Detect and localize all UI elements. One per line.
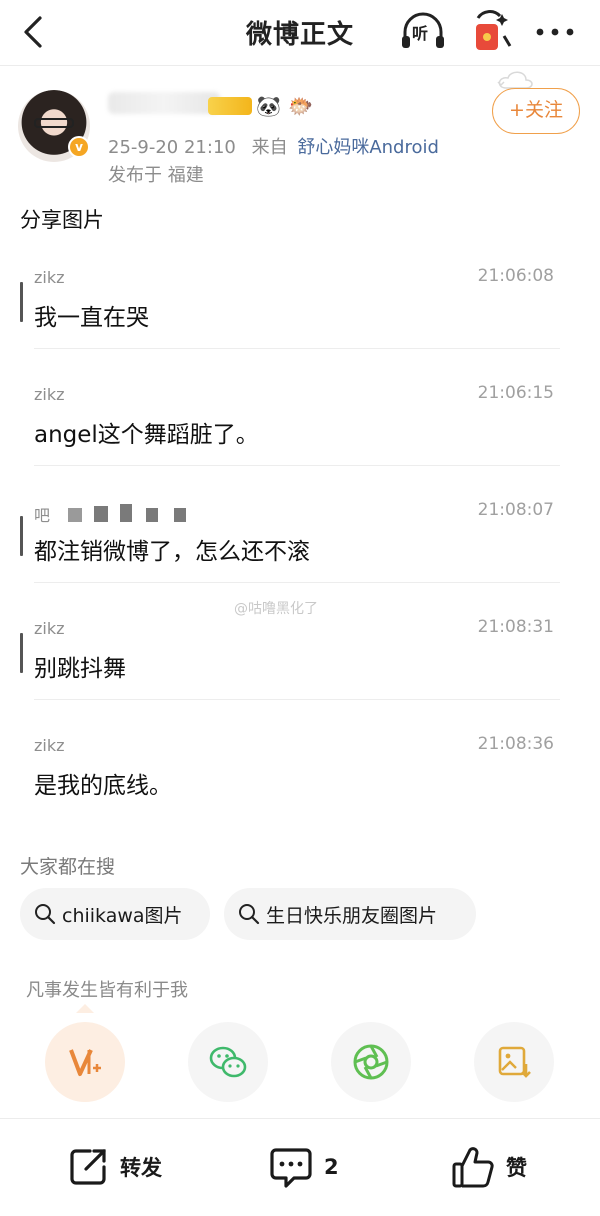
search-icon <box>35 904 56 925</box>
chat-text: 别跳抖舞 <box>34 656 126 682</box>
thumbs-up-icon <box>452 1147 494 1188</box>
vplus-icon <box>69 1049 101 1076</box>
save-image-icon <box>498 1046 531 1078</box>
chat-time: 21:06:08 <box>477 266 554 286</box>
post-source[interactable]: 舒心妈咪Android <box>297 137 439 158</box>
like-label: 赞 <box>506 1156 527 1180</box>
redaction-block <box>174 508 186 522</box>
comment-button[interactable]: 2 <box>268 1143 339 1191</box>
chat-sender: zikz <box>34 268 65 287</box>
divider <box>34 465 560 466</box>
fish-icon: 🐡 <box>288 94 313 118</box>
redaction-block <box>120 504 132 522</box>
vip-badge <box>208 97 252 115</box>
red-packet-icon[interactable] <box>470 10 514 54</box>
chat-message: zikz 21:08:36 是我的底线。 <box>20 718 560 834</box>
bottom-action-bar: 转发 2 赞 <box>0 1118 600 1216</box>
save-image-button[interactable] <box>474 1022 554 1102</box>
tooltip-arrow <box>76 1004 94 1013</box>
chat-time: 21:08:36 <box>477 734 554 754</box>
comment-icon <box>270 1148 312 1188</box>
comment-count: 2 <box>324 1155 339 1179</box>
search-chip[interactable]: 生日快乐朋友圈图片 <box>224 888 476 940</box>
chat-sender: 吧 <box>34 506 51 525</box>
repost-button[interactable]: 转发 <box>66 1143 162 1191</box>
post-meta: 25-9-20 21:10 来自 舒心妈咪Android <box>108 133 439 159</box>
chat-text: 我一直在哭 <box>34 305 149 331</box>
verified-icon: v <box>68 136 90 158</box>
more-dots-icon[interactable] <box>534 20 576 44</box>
chat-text: 都注销微博了，怎么还不滚 <box>34 539 310 565</box>
divider <box>34 699 560 700</box>
chat-sender: zikz <box>34 619 65 638</box>
moments-share-button[interactable] <box>331 1022 411 1102</box>
trending-search-title: 大家都在搜 <box>20 856 116 878</box>
redaction-block <box>94 506 108 522</box>
avatar-edge <box>20 633 23 673</box>
search-chip-label: 生日快乐朋友圈图片 <box>266 904 438 927</box>
chat-message: zikz 21:08:31 别跳抖舞 <box>20 601 560 717</box>
redaction-block <box>68 508 82 522</box>
divider <box>34 582 560 583</box>
source-prefix: 来自 <box>251 137 288 158</box>
listen-button[interactable]: 听 <box>400 12 446 52</box>
chat-text: angel这个舞蹈脏了。 <box>34 422 259 448</box>
chat-message: zikz 21:06:15 angel这个舞蹈脏了。 <box>20 367 560 483</box>
post-text: 分享图片 <box>20 208 104 232</box>
repost-label: 转发 <box>120 1156 162 1180</box>
avatar-glasses <box>34 118 74 128</box>
chat-message: 吧 21:08:07 都注销微博了，怎么还不滚 <box>20 484 560 600</box>
redaction-block <box>146 508 158 522</box>
search-chip[interactable]: chiikawa图片 <box>20 888 210 940</box>
search-chip-label: chiikawa图片 <box>62 904 183 927</box>
like-button[interactable]: 赞 <box>450 1143 527 1191</box>
post-location: 发布于 福建 <box>108 165 204 186</box>
chat-sender: zikz <box>34 736 65 755</box>
chat-time: 21:08:31 <box>477 617 554 637</box>
top-nav-bar: 微博正文 听 <box>0 0 600 66</box>
post-time: 25-9-20 21:10 <box>108 137 236 158</box>
chat-sender: zikz <box>34 385 65 404</box>
listen-label: 听 <box>412 24 429 43</box>
vplus-share-button[interactable] <box>45 1022 125 1102</box>
divider <box>34 348 560 349</box>
avatar-edge <box>20 516 23 556</box>
follow-button[interactable]: +关注 <box>492 88 580 134</box>
user-motto: 凡事发生皆有利于我 <box>26 980 188 1001</box>
moments-icon <box>353 1044 389 1080</box>
panda-icon: 🐼 <box>256 94 281 118</box>
wechat-share-button[interactable] <box>188 1022 268 1102</box>
wechat-icon <box>209 1046 247 1078</box>
chat-time: 21:06:15 <box>477 383 554 403</box>
chat-time: 21:08:07 <box>477 500 554 520</box>
chat-text: 是我的底线。 <box>34 773 172 799</box>
username-blurred[interactable] <box>108 92 220 114</box>
avatar-edge <box>20 282 23 322</box>
chat-message: zikz 21:06:08 我一直在哭 <box>20 250 560 366</box>
repost-icon <box>70 1149 106 1185</box>
search-icon <box>239 904 260 925</box>
weibo-watermark: @咕噜黑化了 <box>234 601 318 617</box>
